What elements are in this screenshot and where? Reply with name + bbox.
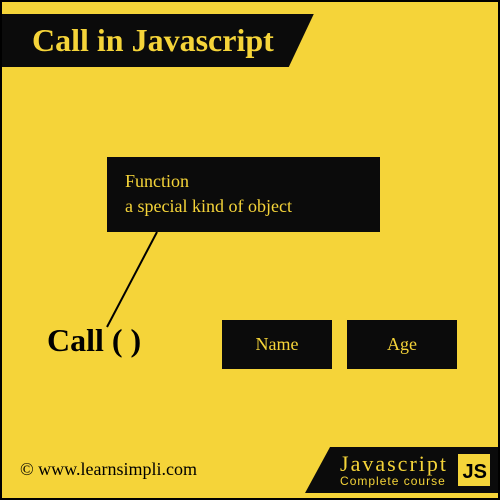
- js-badge-icon: JS: [458, 454, 490, 486]
- age-property-box: Age: [347, 320, 457, 369]
- title-ribbon: Call in Javascript: [2, 14, 314, 67]
- name-property-box: Name: [222, 320, 332, 369]
- call-method-label: Call ( ): [47, 322, 141, 359]
- function-line2: a special kind of object: [125, 194, 362, 219]
- watermark: © www.learnsimpli.com: [20, 459, 197, 480]
- age-label: Age: [387, 334, 417, 354]
- function-line1: Function: [125, 169, 362, 194]
- footer-main-text: Javascript: [340, 453, 448, 475]
- footer-text: Javascript Complete course: [340, 453, 448, 487]
- connector-line: [97, 232, 167, 330]
- footer-ribbon: Javascript Complete course JS: [305, 447, 498, 493]
- footer-sub-text: Complete course: [340, 475, 448, 487]
- function-description-box: Function a special kind of object: [107, 157, 380, 232]
- name-label: Name: [256, 334, 299, 354]
- page-title: Call in Javascript: [32, 22, 274, 58]
